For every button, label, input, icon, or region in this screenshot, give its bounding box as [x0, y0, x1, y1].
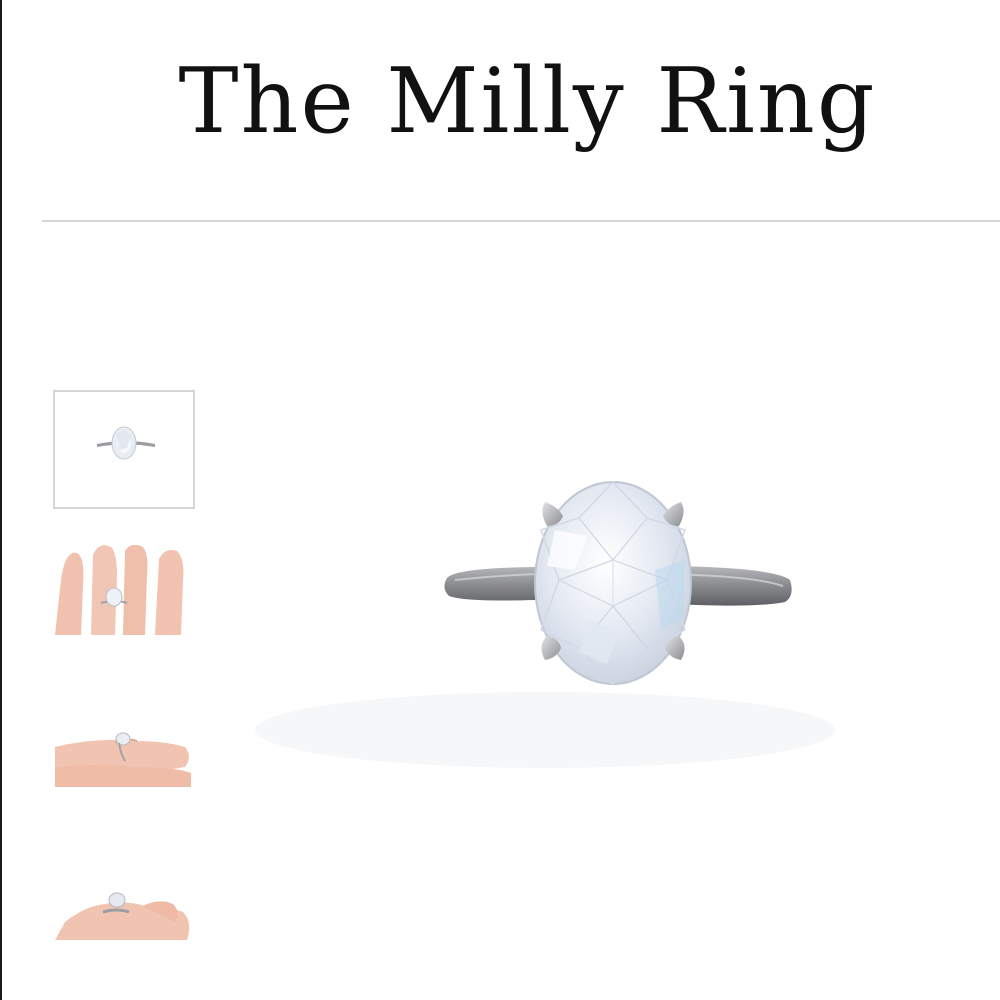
main-product-image[interactable]	[215, 330, 1000, 890]
thumbnail-ring-product[interactable]	[53, 390, 195, 509]
hand-front-icon	[55, 545, 191, 635]
hand-side-icon	[55, 727, 191, 787]
thumbnail-ring-on-hand-side[interactable]	[55, 727, 191, 787]
thumbnail-ring-on-hand-angle[interactable]	[55, 882, 191, 940]
hand-angle-icon	[55, 882, 191, 940]
title-divider	[42, 220, 1000, 222]
oval-solitaire-ring-icon	[255, 480, 835, 768]
thumbnail-ring-on-hand-front[interactable]	[55, 545, 191, 635]
ring-thumbnail-icon	[97, 426, 155, 460]
product-title: The Milly Ring	[178, 49, 877, 154]
